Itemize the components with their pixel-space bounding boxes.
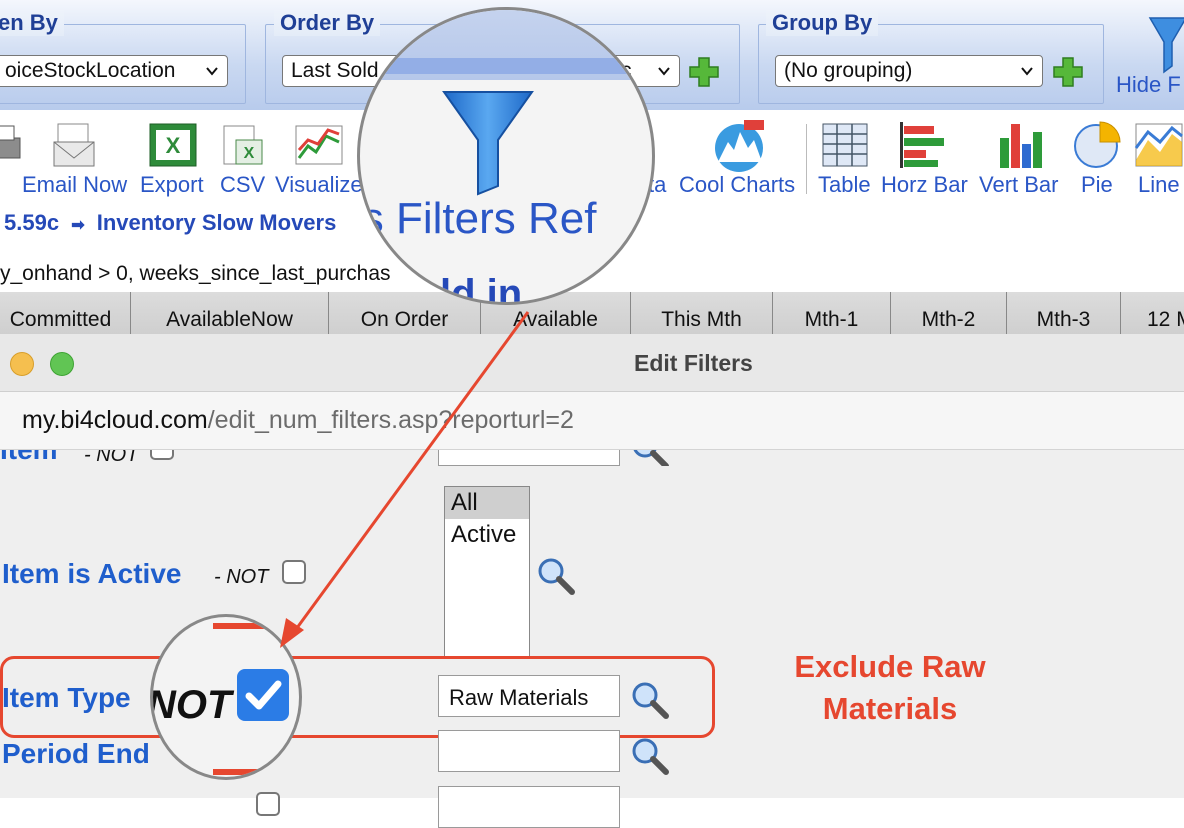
drill-down-legend: en By	[0, 10, 64, 36]
cool-charts-icon[interactable]	[712, 118, 766, 172]
cool-charts-label[interactable]: Cool Charts	[679, 172, 795, 198]
group-by-value: (No grouping)	[784, 59, 913, 82]
chevron-down-icon	[1021, 67, 1033, 76]
drill-down-value: oiceStockLocation	[5, 59, 176, 82]
item-active-label: Item is Active	[2, 558, 182, 589]
arrow-right-icon: ➡	[71, 217, 85, 234]
report-filters-text: y_onhand > 0, weeks_since_last_purchas	[0, 262, 391, 285]
annotation-text: Exclude Raw Materials	[770, 646, 1010, 730]
annotation-line: Exclude Raw	[794, 649, 986, 684]
next-filter-checkbox[interactable]	[256, 792, 280, 816]
annotation-line: Materials	[822, 691, 958, 726]
vert-bar-icon[interactable]	[994, 120, 1044, 170]
item-active-not-checkbox[interactable]	[282, 560, 306, 584]
next-filter-input[interactable]	[438, 786, 620, 828]
funnel-icon	[442, 91, 534, 196]
item-active-not-label: - NOT	[214, 566, 269, 588]
funnel-icon[interactable]	[1148, 14, 1184, 74]
report-title-prefix: 5.59c	[4, 210, 60, 235]
item-type-input[interactable]: Raw Materials	[438, 675, 620, 717]
item-input[interactable]	[438, 450, 620, 466]
period-end-label: Period End	[2, 738, 150, 769]
chevron-down-icon	[206, 67, 218, 76]
csv-label[interactable]: CSV	[220, 172, 265, 198]
email-icon[interactable]	[50, 120, 100, 170]
not-checkbox-checked[interactable]	[237, 669, 289, 721]
print-icon[interactable]	[0, 120, 28, 170]
column-header[interactable]: 12 M	[1120, 292, 1184, 334]
table-label[interactable]: Table	[818, 172, 871, 198]
table-icon[interactable]	[820, 120, 870, 170]
group-by-select[interactable]: (No grouping)	[775, 55, 1043, 87]
visualize-label[interactable]: Visualize	[275, 172, 363, 198]
email-now-label[interactable]: Email Now	[22, 172, 127, 198]
hide-filters-link[interactable]: Hide F	[1116, 72, 1181, 98]
maximize-window-icon[interactable]	[50, 352, 74, 376]
column-header[interactable]: Mth-1	[772, 292, 890, 334]
minimize-window-icon[interactable]	[10, 352, 34, 376]
csv-icon[interactable]: X	[218, 120, 268, 170]
window-titlebar: Edit Filters	[0, 334, 1184, 392]
window-title: Edit Filters	[634, 350, 753, 376]
magnifier-lens-bottom: NOT	[150, 614, 302, 780]
magnifier-lens-top: ls Filters Ref ld in	[357, 7, 655, 305]
column-header-row: Committed AvailableNow On Order Availabl…	[0, 292, 1184, 334]
line-label[interactable]: Line	[1138, 172, 1180, 198]
search-icon[interactable]	[630, 450, 670, 466]
item-type-label: Item Type	[2, 682, 131, 713]
list-option[interactable]: Active	[445, 519, 529, 551]
column-header[interactable]: Committed	[0, 292, 130, 334]
excel-export-icon[interactable]: X	[148, 120, 198, 170]
url-host: my.bi4cloud.com	[22, 406, 208, 434]
svg-text:X: X	[166, 133, 181, 158]
item-not-checkbox[interactable]	[150, 450, 174, 460]
search-icon[interactable]	[536, 556, 576, 596]
search-icon[interactable]	[630, 680, 670, 720]
add-order-icon[interactable]	[688, 56, 720, 88]
item-filter-row: Item - NOT	[0, 450, 1184, 466]
vert-bar-label[interactable]: Vert Bar	[979, 172, 1058, 198]
group-by-legend: Group By	[766, 10, 879, 36]
horz-bar-label[interactable]: Horz Bar	[881, 172, 968, 198]
column-header[interactable]: AvailableNow	[130, 292, 328, 334]
column-header[interactable]: Mth-2	[890, 292, 1006, 334]
item-active-listbox[interactable]: All Active	[444, 486, 530, 658]
checkmark-icon	[245, 680, 282, 710]
line-chart-icon[interactable]	[1134, 120, 1184, 170]
list-option[interactable]: All	[445, 487, 529, 519]
horz-bar-icon[interactable]	[896, 120, 946, 170]
search-icon[interactable]	[630, 736, 670, 776]
visualize-icon[interactable]	[294, 120, 344, 170]
item-label: Item	[0, 450, 58, 466]
column-header[interactable]: This Mth	[630, 292, 772, 334]
pie-icon[interactable]	[1072, 120, 1122, 170]
export-label[interactable]: Export	[140, 172, 204, 198]
chevron-down-icon	[658, 67, 670, 76]
column-header[interactable]: Mth-3	[1006, 292, 1120, 334]
lens-underline-text: ld in	[440, 272, 523, 305]
url-path: /edit_num_filters.asp?reporturl=2	[207, 406, 574, 434]
pie-label[interactable]: Pie	[1081, 172, 1113, 198]
lens-options-divider	[360, 58, 652, 74]
period-end-input[interactable]	[438, 730, 620, 772]
svg-text:X: X	[244, 145, 255, 162]
report-title: 5.59c ➡ Inventory Slow Movers	[0, 210, 336, 236]
report-title-text[interactable]: Inventory Slow Movers	[97, 210, 337, 235]
lens-highlight-edge	[213, 623, 273, 629]
lens-not-label: NOT	[150, 683, 232, 727]
lens-filters-text: ls Filters Ref	[357, 194, 597, 243]
drill-down-select[interactable]: oiceStockLocation	[0, 55, 228, 87]
item-not-label: - NOT	[84, 450, 139, 466]
add-group-icon[interactable]	[1052, 56, 1084, 88]
lens-highlight-edge	[213, 769, 273, 775]
toolbar-divider	[806, 124, 807, 194]
url-bar[interactable]: my.bi4cloud.com/edit_num_filters.asp?rep…	[0, 392, 1184, 450]
